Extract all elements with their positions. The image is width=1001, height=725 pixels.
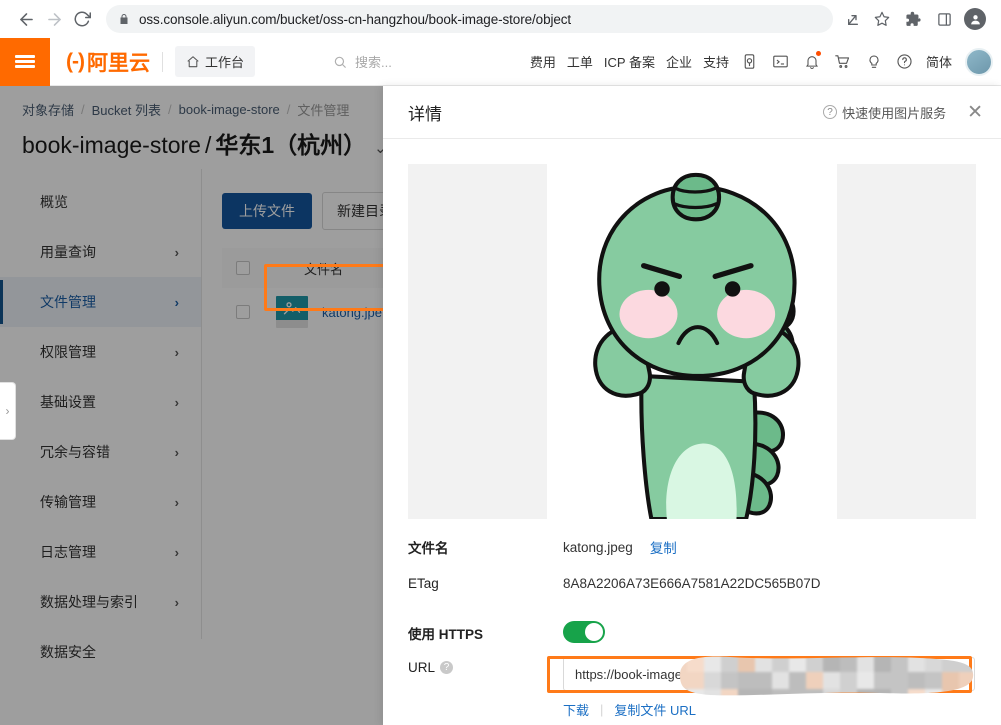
side-panel-icon[interactable] <box>930 5 958 33</box>
question-circle-icon: ? <box>823 105 838 119</box>
help-circle-icon[interactable] <box>895 52 915 72</box>
puzzle-icon[interactable] <box>899 5 927 33</box>
address-bar-url: oss.console.aliyun.com/bucket/oss-cn-han… <box>139 11 572 27</box>
avatar <box>964 8 986 30</box>
preview-canvas <box>547 164 837 519</box>
nav-link-cost[interactable]: 费用 <box>530 52 556 71</box>
search-input[interactable]: 搜索... <box>323 46 513 77</box>
url-input-value: https://book-image-st <box>575 666 697 682</box>
chevron-right-icon: › <box>5 404 10 418</box>
question-mark-icon[interactable]: ? <box>440 661 454 674</box>
copy-filename-link[interactable]: 复制 <box>650 537 677 557</box>
field-https: 使用 HTTPS <box>408 612 991 651</box>
url-action-links: 下载 | 复制文件 URL <box>563 700 975 719</box>
close-icon[interactable]: ✕ <box>963 101 987 124</box>
nav-link-icp[interactable]: ICP 备案 <box>604 52 655 71</box>
drawer-header-actions: ? 快速使用图片服务 ✕ <box>823 101 987 124</box>
image-service-help-label: 快速使用图片服务 <box>842 105 947 121</box>
field-value-etag: 8A8A2206A73E666A7581A22DC565B07D <box>563 576 821 591</box>
action-separator: | <box>600 702 604 717</box>
copy-file-url-link[interactable]: 复制文件 URL <box>614 700 696 719</box>
modal-scrim[interactable] <box>0 86 383 725</box>
hamburger-menu-icon[interactable] <box>0 37 50 86</box>
aliyun-top-nav: (-) 阿里云 工作台 搜索... 费用 工单 ICP 备案 企业 支持 简体 <box>0 37 1001 86</box>
file-detail-drawer: 详情 ? 快速使用图片服务 ✕ 文件名 katong.jpeg 复制 ETag … <box>383 86 1001 725</box>
image-preview-area <box>408 164 976 519</box>
field-etag: ETag 8A8A2206A73E666A7581A22DC565B07D <box>408 573 991 612</box>
file-detail-fields: 文件名 katong.jpeg 复制 ETag 8A8A2206A73E666A… <box>408 534 991 719</box>
lock-icon <box>118 13 130 25</box>
notification-badge <box>815 50 821 56</box>
omnibox-actions <box>841 6 895 32</box>
dino-eye-right <box>724 281 741 297</box>
field-label-filename: 文件名 <box>408 541 449 556</box>
field-label-url-text: URL <box>408 660 436 675</box>
nav-link-support[interactable]: 支持 <box>703 52 729 71</box>
field-label-etag: ETag <box>408 576 439 591</box>
notification-bell-icon[interactable] <box>802 50 822 72</box>
nav-link-ticket[interactable]: 工单 <box>567 52 593 71</box>
star-icon[interactable] <box>869 6 895 32</box>
workbench-button[interactable]: 工作台 <box>174 46 255 77</box>
nav-link-enterprise[interactable]: 企业 <box>666 52 692 71</box>
screenshot-root: oss.console.aliyun.com/bucket/oss-cn-han… <box>0 0 1001 725</box>
tips-bulb-icon[interactable] <box>864 52 884 72</box>
drawer-title: 详情 <box>408 104 442 124</box>
back-arrow-icon[interactable] <box>12 5 40 33</box>
profile-avatar-icon[interactable] <box>961 5 989 33</box>
sidebar-collapse-handle[interactable]: › <box>0 382 16 440</box>
nav-divider <box>161 51 163 72</box>
field-value-filename: katong.jpeg <box>563 539 633 555</box>
dinosaur-illustration <box>593 172 801 519</box>
https-toggle[interactable] <box>563 620 605 643</box>
dino-eye-left <box>654 281 670 297</box>
home-icon <box>186 55 200 69</box>
download-link[interactable]: 下载 <box>563 700 589 719</box>
user-avatar[interactable] <box>965 47 993 76</box>
browser-toolbar: oss.console.aliyun.com/bucket/oss-cn-han… <box>0 0 1001 38</box>
aliyun-logo[interactable]: (-) 阿里云 <box>66 47 150 77</box>
workbench-label: 工作台 <box>204 55 244 70</box>
dino-cheek-right <box>717 289 776 339</box>
search-placeholder: 搜索... <box>355 55 392 70</box>
url-input[interactable]: https://book-image-st <box>563 657 975 691</box>
drawer-header: 详情 ? 快速使用图片服务 ✕ <box>383 86 1001 139</box>
browser-actions <box>899 5 989 33</box>
aliyun-logo-text: 阿里云 <box>86 51 150 75</box>
address-bar[interactable]: oss.console.aliyun.com/bucket/oss-cn-han… <box>106 5 833 33</box>
language-selector[interactable]: 简体 <box>926 52 952 71</box>
shopping-cart-icon[interactable] <box>833 52 853 72</box>
dino-cheek-left <box>619 289 678 339</box>
aliyun-logo-mark: (-) <box>66 49 85 73</box>
field-label-https: 使用 HTTPS <box>408 627 484 642</box>
top-nav-right: 费用 工单 ICP 备案 企业 支持 简体 <box>530 47 1001 76</box>
cloud-shell-icon[interactable] <box>771 52 791 72</box>
search-icon <box>333 55 347 69</box>
reload-icon[interactable] <box>68 5 96 33</box>
field-url: URL ? https://book-image-st 下载 | 复制文件 UR… <box>408 657 991 719</box>
app-download-icon[interactable] <box>740 52 760 72</box>
share-icon[interactable] <box>841 6 867 32</box>
image-service-help-link[interactable]: ? 快速使用图片服务 <box>823 103 946 122</box>
field-filename: 文件名 katong.jpeg 复制 <box>408 534 991 573</box>
field-label-url: URL ? <box>408 657 563 675</box>
forward-arrow-icon[interactable] <box>40 5 68 33</box>
